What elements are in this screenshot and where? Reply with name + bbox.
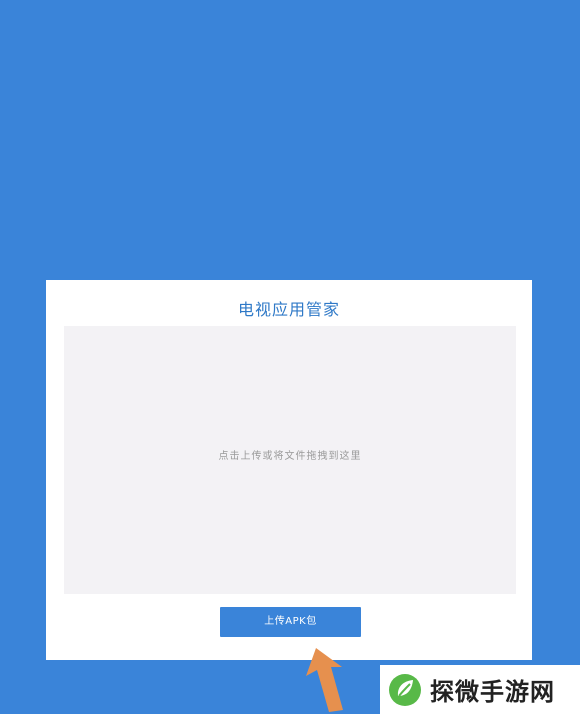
drop-zone-hint: 点击上传或将文件拖拽到这里 — [218, 451, 362, 462]
upload-card: 电视应用管家 点击上传或将文件拖拽到这里 上传APK包 — [46, 280, 532, 660]
page-title: 电视应用管家 — [237, 300, 340, 319]
arrow-pointer-icon — [306, 648, 343, 712]
watermark-text: 探微手游网 — [430, 678, 555, 706]
file-drop-zone[interactable]: 点击上传或将文件拖拽到这里 — [64, 326, 516, 594]
watermark: 探微手游网 — [380, 665, 580, 714]
upload-apk-button[interactable]: 上传APK包 — [220, 607, 361, 637]
leaf-logo-icon — [389, 673, 421, 706]
